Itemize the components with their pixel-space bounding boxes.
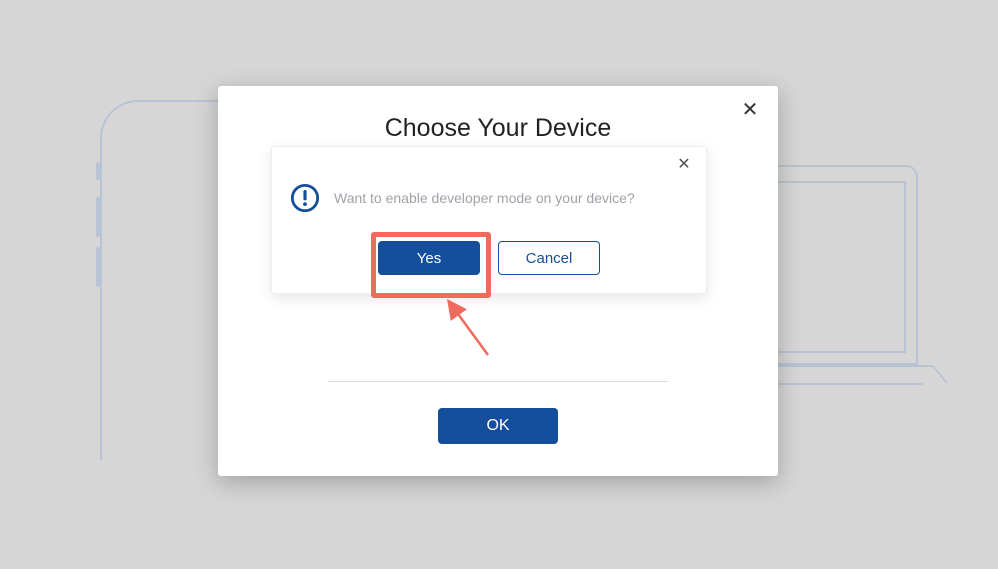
yes-button[interactable]: Yes bbox=[378, 241, 480, 275]
modal-title: Choose Your Device bbox=[246, 114, 750, 143]
exclamation-icon bbox=[290, 183, 320, 213]
page-background: ✕ Choose Your Device ✕ Want to enable de… bbox=[0, 0, 998, 569]
phone-side-button bbox=[96, 162, 100, 180]
phone-side-button bbox=[96, 247, 100, 287]
choose-device-modal: ✕ Choose Your Device ✕ Want to enable de… bbox=[218, 86, 778, 476]
divider bbox=[328, 381, 668, 382]
confirm-message: Want to enable developer mode on your de… bbox=[334, 190, 635, 206]
cancel-button[interactable]: Cancel bbox=[498, 241, 600, 275]
ok-button[interactable]: OK bbox=[438, 408, 558, 444]
close-icon[interactable]: ✕ bbox=[676, 157, 692, 173]
confirm-dialog: ✕ Want to enable developer mode on your … bbox=[271, 146, 707, 294]
phone-side-button bbox=[96, 197, 100, 237]
close-icon[interactable]: ✕ bbox=[740, 100, 760, 120]
